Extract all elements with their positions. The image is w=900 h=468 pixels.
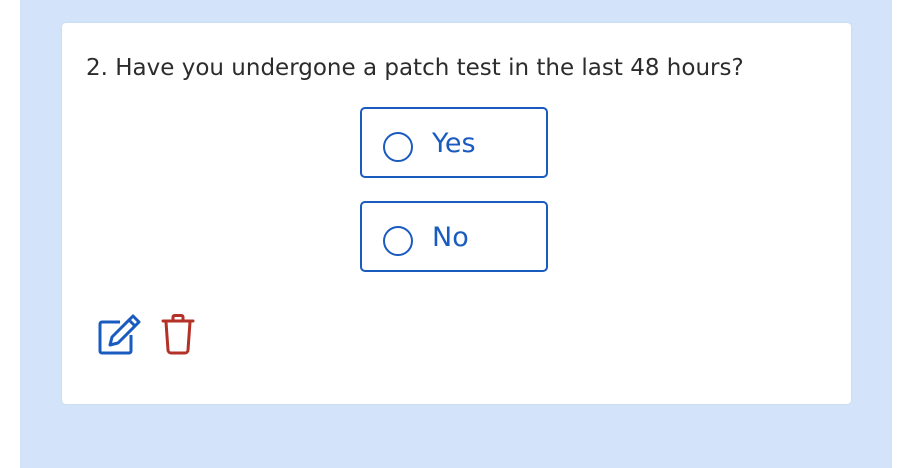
option-yes[interactable]: Yes — [360, 107, 548, 178]
question-card: 2. Have you undergone a patch test in th… — [62, 23, 851, 404]
edit-icon[interactable] — [94, 313, 142, 365]
radio-circle-icon[interactable] — [383, 132, 413, 162]
question-text: 2. Have you undergone a patch test in th… — [86, 55, 744, 81]
option-no[interactable]: No — [360, 201, 548, 272]
trash-icon[interactable] — [160, 313, 196, 359]
option-label-no: No — [432, 222, 469, 253]
radio-circle-icon[interactable] — [383, 226, 413, 256]
option-label-yes: Yes — [432, 128, 476, 159]
